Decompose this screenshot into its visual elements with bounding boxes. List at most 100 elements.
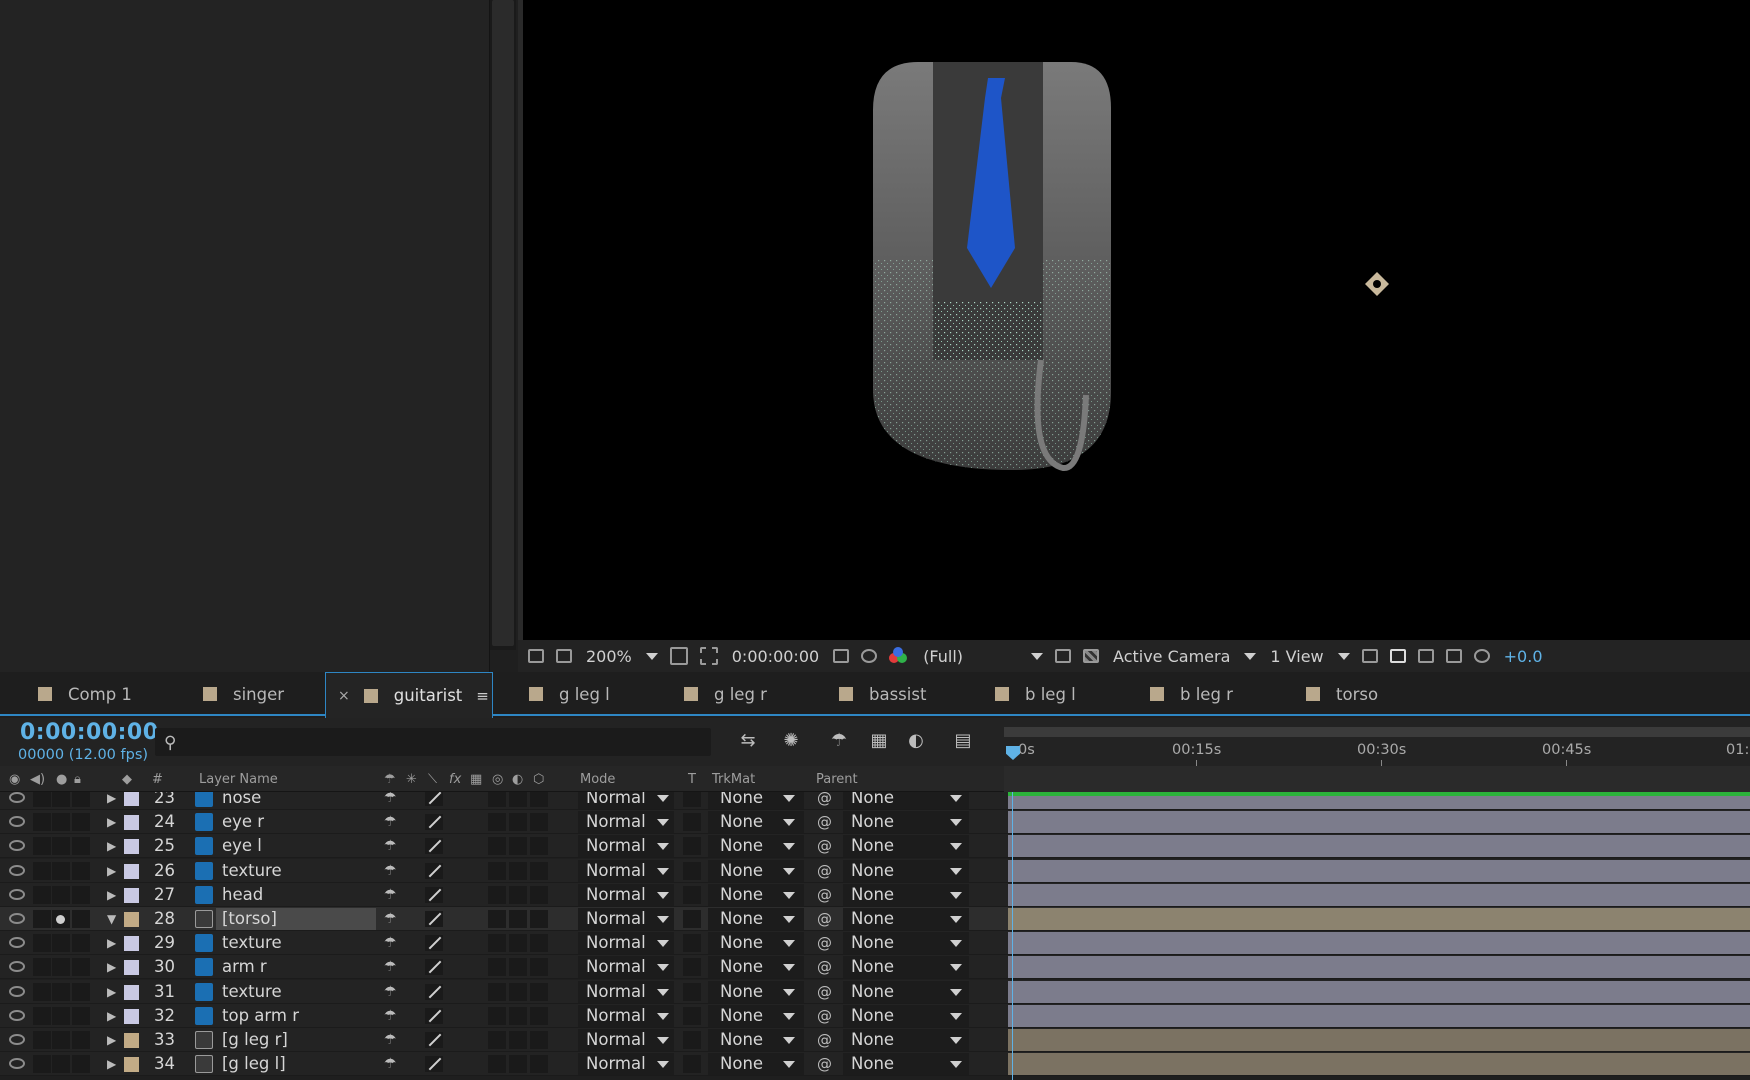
zoom-dropdown-icon[interactable] (645, 652, 658, 660)
exposure-value[interactable]: +0.0 (1504, 647, 1543, 666)
resolution-dropdown-icon[interactable] (1031, 652, 1044, 660)
mode-dropdown-icon[interactable] (657, 916, 669, 923)
trkmat-dropdown-icon[interactable] (783, 988, 795, 996)
tab-g-leg-r[interactable]: g leg r (668, 672, 823, 716)
frame-blend-switch[interactable] (509, 1055, 527, 1074)
label-color-swatch[interactable] (124, 1008, 139, 1024)
twirl-right-icon[interactable]: ▶ (107, 955, 116, 979)
quality-switch-icon[interactable] (425, 983, 443, 1000)
layer-duration-bar[interactable] (1008, 811, 1750, 834)
shy-switch-icon[interactable]: ☂ (384, 792, 397, 810)
mode-dropdown-icon[interactable] (657, 988, 669, 996)
frame-blend-switch[interactable] (509, 1006, 527, 1025)
preserve-transparency-switch[interactable] (683, 910, 701, 928)
shy-switch-icon[interactable]: ☂ (384, 931, 397, 955)
lock-switch[interactable] (72, 910, 90, 928)
twirl-right-icon[interactable]: ▶ (107, 883, 116, 907)
parent-column[interactable]: Parent (816, 772, 858, 787)
eye-icon[interactable] (9, 864, 25, 876)
layer-row[interactable]: ▶ 31 texture ☂ Normal None @ None (0, 979, 1750, 1004)
twirl-right-icon[interactable]: ▶ (107, 1004, 116, 1028)
preserve-transparency-switch[interactable] (683, 1006, 701, 1025)
parent-dropdown-icon[interactable] (950, 940, 962, 948)
layer-duration-bar[interactable] (1008, 859, 1750, 882)
trkmat-dropdown-icon[interactable] (783, 867, 795, 875)
fx-switch[interactable] (488, 1055, 506, 1074)
layer-row[interactable]: ▶ 25 eye l ☂ Normal None @ None (0, 834, 1750, 859)
tab-singer[interactable]: singer (187, 672, 325, 716)
camera-dropdown-icon[interactable] (1244, 652, 1257, 660)
layer-duration-bar[interactable] (1008, 1004, 1750, 1027)
mode-dropdown-icon[interactable] (657, 1012, 669, 1020)
mode-dropdown-icon[interactable] (657, 819, 669, 827)
eye-icon[interactable] (9, 961, 25, 973)
shy-switch-icon[interactable]: ☂ (384, 883, 397, 907)
audio-switch-icon[interactable]: ◀) (30, 772, 45, 787)
quality-switch-icon[interactable] (425, 1056, 443, 1073)
tab-menu-icon[interactable]: ≡ (476, 687, 489, 705)
twirl-down-icon[interactable]: ▼ (107, 907, 116, 931)
motion-blur-switch[interactable] (530, 837, 548, 856)
mode-dropdown-icon[interactable] (657, 964, 669, 972)
project-panel-scroll-thumb[interactable] (492, 0, 514, 646)
tab-comp-1[interactable]: Comp 1 (22, 672, 187, 716)
mode-dropdown-icon[interactable] (657, 843, 669, 851)
solo-switch-icon[interactable]: ● (56, 772, 67, 787)
shy-switch-icon[interactable]: ☂ (384, 955, 397, 979)
motion-blur-switch[interactable] (530, 792, 548, 807)
lock-switch[interactable] (72, 1006, 90, 1025)
pick-whip-icon[interactable]: @ (817, 980, 832, 1004)
label-column-icon[interactable]: ◆ (122, 772, 132, 787)
layer-name[interactable]: nose (222, 792, 261, 810)
tab-close-icon[interactable]: × (338, 688, 350, 704)
audio-switch[interactable] (33, 958, 51, 977)
frame-blend-switch[interactable] (509, 982, 527, 1001)
show-snapshot-icon[interactable] (861, 649, 878, 663)
view-layout-select[interactable]: 1 View (1270, 647, 1323, 666)
layer-duration-bar[interactable] (1008, 956, 1750, 979)
layer-name[interactable]: texture (222, 859, 282, 883)
quality-switch-icon[interactable] (425, 862, 443, 879)
lock-switch-icon[interactable]: 🔒︎ (74, 772, 81, 787)
layer-row[interactable]: ▶ 34 [g leg l] ☂ Normal None @ None (0, 1052, 1750, 1077)
solo-switch[interactable] (52, 813, 70, 832)
frame-blend-switch[interactable] (509, 792, 527, 807)
parent-dropdown-icon[interactable] (950, 988, 962, 996)
layer-name[interactable]: arm r (222, 955, 267, 979)
pick-whip-icon[interactable]: @ (817, 1052, 832, 1076)
layer-row[interactable]: ▶ 27 head ☂ Normal None @ None (0, 882, 1750, 907)
layer-duration-bar[interactable] (1008, 1053, 1750, 1076)
pick-whip-icon[interactable]: @ (817, 883, 832, 907)
layer-row[interactable]: ▶ 30 arm r ☂ Normal None @ None (0, 955, 1750, 980)
shy-switch-icon[interactable]: ☂ (384, 859, 397, 883)
monitor-icon[interactable] (556, 649, 572, 663)
trkmat-dropdown-icon[interactable] (783, 1061, 795, 1069)
eye-icon[interactable] (9, 792, 25, 803)
motion-blur-switch[interactable] (530, 934, 548, 953)
lock-switch[interactable] (72, 813, 90, 832)
mode-dropdown-icon[interactable] (657, 1061, 669, 1069)
flowchart-icon[interactable] (1445, 649, 1462, 663)
track-matte-column[interactable]: TrkMat (712, 772, 755, 787)
layer-name[interactable]: head (222, 883, 263, 907)
twirl-right-icon[interactable]: ▶ (107, 834, 116, 858)
preserve-transparency-switch[interactable] (683, 1031, 701, 1049)
preserve-transparency-switch[interactable] (683, 934, 701, 953)
preserve-transparency-switch[interactable] (683, 813, 701, 832)
graph-editor-icon[interactable]: ▤ (950, 730, 976, 756)
parent-dropdown-icon[interactable] (950, 964, 962, 972)
view-layout-dropdown-icon[interactable] (1337, 652, 1350, 660)
frame-blend-switch[interactable] (509, 837, 527, 856)
mode-column[interactable]: Mode (580, 772, 615, 787)
trkmat-dropdown-icon[interactable] (783, 1012, 795, 1020)
eye-icon[interactable] (9, 840, 25, 852)
eye-icon[interactable] (9, 985, 25, 997)
layer-name[interactable]: top arm r (222, 1004, 299, 1028)
eye-icon[interactable] (9, 888, 25, 900)
layer-duration-bar[interactable] (1008, 908, 1750, 930)
eye-icon[interactable] (9, 937, 25, 949)
label-color-swatch[interactable] (124, 936, 139, 952)
audio-switch[interactable] (33, 792, 51, 807)
audio-switch[interactable] (33, 934, 51, 953)
layer-duration-bar[interactable] (1008, 1029, 1750, 1051)
